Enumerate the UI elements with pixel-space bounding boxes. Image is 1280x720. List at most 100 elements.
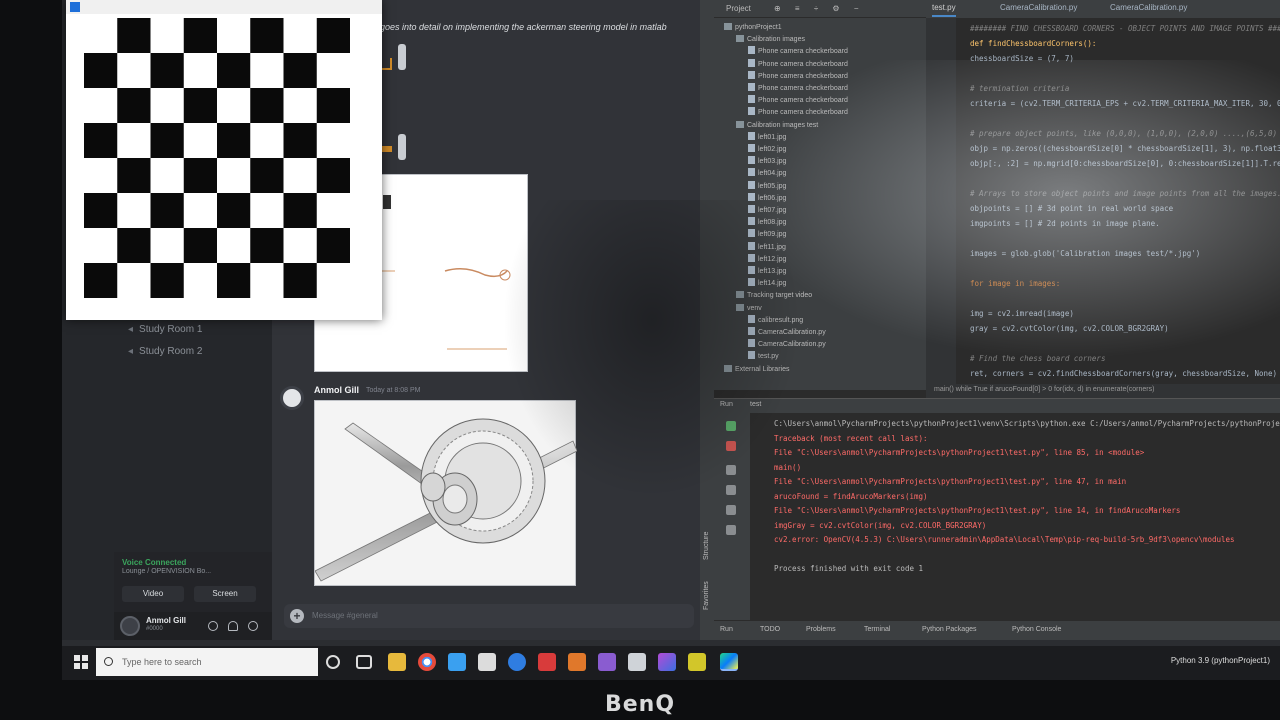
stop-icon[interactable] <box>726 441 736 451</box>
channel-study-room-1[interactable]: ◂ Study Room 1 <box>128 324 202 335</box>
app-icon[interactable] <box>448 653 466 671</box>
start-button[interactable] <box>74 655 88 669</box>
author-avatar[interactable] <box>280 386 304 410</box>
screen-share-button[interactable]: Screen <box>194 586 256 602</box>
print-icon[interactable] <box>726 485 736 495</box>
tree-file[interactable]: left02.jpg <box>748 144 786 156</box>
chrome-icon[interactable] <box>418 653 436 671</box>
chessboard-image-window[interactable] <box>66 0 382 320</box>
cortana-icon[interactable] <box>326 655 340 669</box>
matlab-icon[interactable] <box>568 653 586 671</box>
taskbar-search[interactable]: Type here to search <box>96 648 318 676</box>
system-tray[interactable]: Python 3.9 (pythonProject1) <box>1171 656 1270 665</box>
run-config-label[interactable]: test <box>750 401 761 408</box>
file-icon <box>748 229 755 238</box>
folder-icon <box>736 291 744 299</box>
tree-label: pythonProject1 <box>735 24 782 31</box>
tree-file[interactable]: left04.jpg <box>748 168 786 180</box>
chessboard-square <box>217 263 251 298</box>
tree-file[interactable]: left07.jpg <box>748 205 786 217</box>
tree-file[interactable]: Phone camera checkerboard <box>748 83 848 95</box>
tree-folder[interactable]: Calibration images <box>736 34 805 46</box>
tree-folder[interactable]: External Libraries <box>724 364 789 376</box>
monitor-brand-logo: BenQ <box>604 692 676 717</box>
tree-file[interactable]: left08.jpg <box>748 217 786 229</box>
tool-tab-terminal[interactable]: Terminal <box>864 626 890 633</box>
edge-icon[interactable] <box>508 653 526 671</box>
tree-file[interactable]: CameraCalibration.py <box>748 327 826 339</box>
tree-file[interactable]: calibresult.png <box>748 314 803 327</box>
task-view-icon[interactable] <box>356 655 372 669</box>
scroll-handle[interactable] <box>398 44 406 70</box>
tree-file[interactable]: left06.jpg <box>748 192 787 205</box>
tree-folder[interactable]: pythonProject1 <box>724 22 782 34</box>
tree-label: left12.jpg <box>758 255 787 263</box>
tree-file[interactable]: left12.jpg <box>748 253 787 266</box>
tree-folder[interactable]: Calibration images test <box>736 120 818 132</box>
gear-icon[interactable] <box>248 621 258 631</box>
tree-label: Phone camera checkerboard <box>758 97 848 105</box>
app-icon[interactable] <box>628 653 646 671</box>
tree-file[interactable]: left13.jpg <box>748 266 786 278</box>
pin-icon[interactable] <box>726 505 736 515</box>
tree-file[interactable]: left03.jpg <box>748 156 786 168</box>
message-input[interactable]: + Message #general <box>284 604 694 628</box>
headphones-icon[interactable] <box>228 621 238 631</box>
tool-tab-python-console[interactable]: Python Console <box>1012 626 1061 633</box>
window-titlebar[interactable] <box>66 0 382 14</box>
file-icon <box>748 144 755 152</box>
code-editor[interactable]: ######## FIND CHESSBOARD CORNERS - OBJEC… <box>926 18 1280 390</box>
app-icon[interactable] <box>538 653 556 671</box>
tool-tab-run[interactable]: Run <box>720 626 733 633</box>
rerun-icon[interactable] <box>726 421 736 431</box>
tab-camera-calibration-2[interactable]: CameraCalibration.py <box>1110 3 1187 17</box>
tree-file[interactable]: left01.jpg <box>748 131 786 144</box>
trash-icon[interactable] <box>726 525 736 535</box>
structure-tab[interactable]: Structure <box>703 532 710 560</box>
tool-tab-python-packages[interactable]: Python Packages <box>922 626 976 633</box>
tree-file[interactable]: test.py <box>748 351 779 363</box>
tree-file[interactable]: Phone camera checkerboard <box>748 46 848 58</box>
run-tab-label[interactable]: Run <box>720 401 733 408</box>
tree-folder[interactable]: Tracking target video <box>736 290 812 302</box>
app-icon[interactable] <box>658 653 676 671</box>
project-panel-header[interactable]: Project ⊕ ≡ ÷ ⚙ − <box>714 0 926 18</box>
favorites-tab[interactable]: Favorites <box>703 581 710 610</box>
tree-file[interactable]: Phone camera checkerboard <box>748 58 848 71</box>
avatar[interactable] <box>120 616 140 636</box>
pycharm-icon[interactable] <box>720 653 738 671</box>
scroll-to-end-icon[interactable] <box>726 465 736 475</box>
add-attachment-icon[interactable]: + <box>290 609 304 623</box>
tree-file[interactable]: Phone camera checkerboard <box>748 70 848 83</box>
tree-file[interactable]: Phone camera checkerboard <box>748 95 848 107</box>
screen-label: Screen <box>212 589 238 598</box>
app-icon[interactable] <box>598 653 616 671</box>
chessboard-image <box>84 18 350 298</box>
chessboard-square <box>150 193 184 228</box>
tree-file[interactable]: left14.jpg <box>748 278 786 290</box>
mic-icon[interactable] <box>208 621 218 631</box>
panel-toolbar-icons[interactable]: ⊕ ≡ ÷ ⚙ − <box>774 4 865 13</box>
tree-file[interactable]: left09.jpg <box>748 229 786 241</box>
tab-camera-calibration[interactable]: CameraCalibration.py <box>1000 3 1077 17</box>
tree-label: left06.jpg <box>758 194 787 202</box>
search-icon <box>104 657 113 666</box>
tree-file[interactable]: CameraCalibration.py <box>748 339 826 351</box>
tool-tab-todo[interactable]: TODO <box>760 626 780 633</box>
chessboard-square <box>183 158 217 193</box>
file-explorer-icon[interactable] <box>388 653 406 671</box>
message-timestamp: Today at 8:08 PM <box>366 387 421 394</box>
tool-tab-problems[interactable]: Problems <box>806 626 836 633</box>
app-icon[interactable] <box>478 653 496 671</box>
tree-file[interactable]: left05.jpg <box>748 180 786 193</box>
channel-study-room-2[interactable]: ◂ Study Room 2 <box>128 346 202 357</box>
message-author[interactable]: Anmol Gill <box>314 385 359 395</box>
tab-test-py[interactable]: test.py <box>932 3 956 17</box>
tree-file[interactable]: left11.jpg <box>748 241 786 254</box>
app-icon[interactable] <box>688 653 706 671</box>
scroll-handle[interactable] <box>398 134 406 160</box>
tree-file[interactable]: Phone camera checkerboard <box>748 107 848 119</box>
image-attachment-gear-render[interactable] <box>314 400 578 586</box>
tree-folder[interactable]: venv <box>736 303 762 315</box>
video-button[interactable]: Video <box>122 586 184 602</box>
